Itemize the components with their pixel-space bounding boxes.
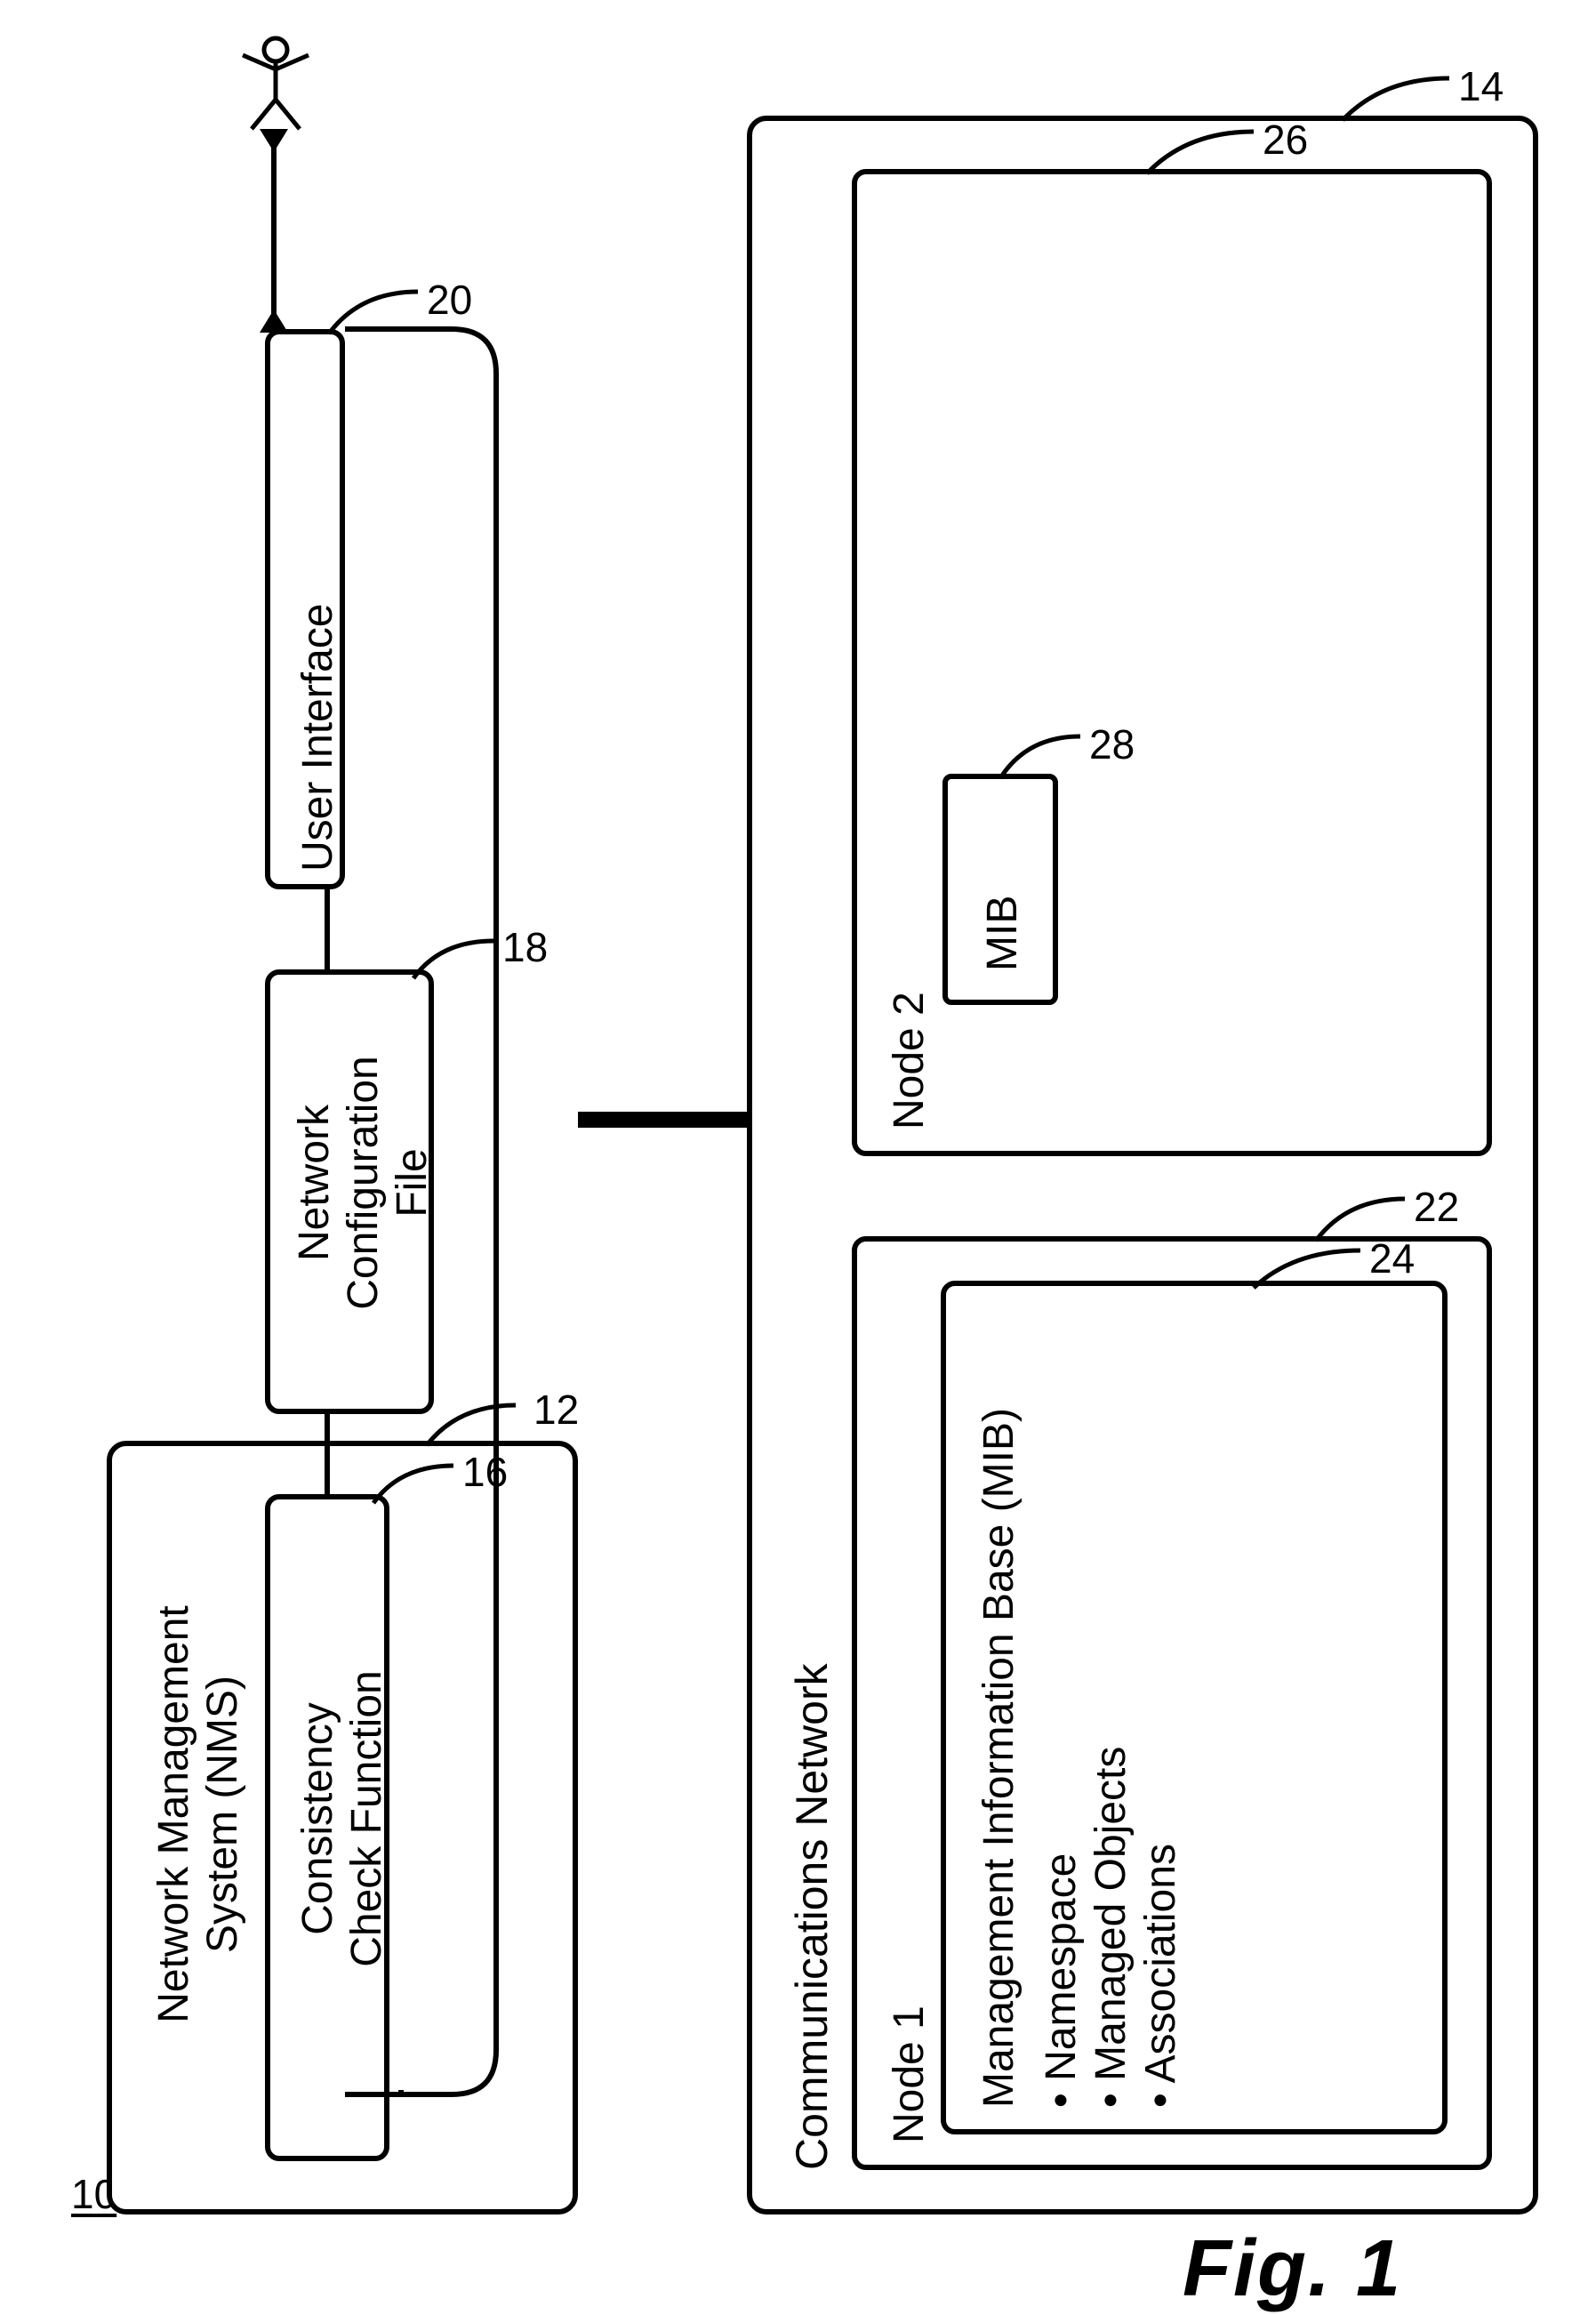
ref-12: 12 [533, 1386, 579, 1434]
conn-config-ui [325, 889, 330, 969]
leader-28 [991, 729, 1089, 792]
consistency-l1: Consistency [293, 1499, 342, 2139]
diagram-canvas: 10 Network Management System (NMS) 12 Co… [0, 0, 1596, 2303]
figure-label: Fig. 1 [1183, 2223, 1402, 2315]
nms-title-line1: Network Management [149, 1441, 198, 2188]
mib-b3: • Associations [1136, 1844, 1185, 2108]
mib-small-label: MIB [978, 896, 1027, 971]
mib-b2: • Managed Objects [1087, 1747, 1135, 2108]
node2-box [852, 169, 1492, 1156]
mib-b1: • Namespace [1037, 1853, 1086, 2108]
ref-14: 14 [1458, 62, 1504, 110]
ref-22: 22 [1414, 1183, 1459, 1231]
network-title: Communications Network [787, 1663, 838, 2170]
conn-ui-user [271, 133, 277, 329]
nms-title-line2: System (NMS) [198, 1441, 247, 2188]
conn-consistency-config [325, 1414, 330, 1494]
arrow-user-to-ui [260, 309, 288, 333]
mib-title: Management Information Base (MIB) [974, 1408, 1023, 2108]
ref-24: 24 [1369, 1234, 1415, 1282]
user-icon [236, 36, 316, 133]
config-l1: Network [290, 974, 339, 1392]
leader-24 [1245, 1245, 1369, 1298]
conn-nms-network-fill [578, 1112, 747, 1128]
conn-ui-consistency [345, 302, 514, 2170]
leader-14 [1334, 71, 1458, 133]
leader-26 [1138, 125, 1263, 187]
nms-title: Network Management System (NMS) [149, 1441, 247, 2188]
ui-label: User Interface [293, 604, 342, 872]
node2-label: Node 2 [885, 992, 934, 1129]
ref-28: 28 [1089, 720, 1135, 768]
ref-26: 26 [1263, 116, 1308, 164]
node1-label: Node 1 [885, 2006, 934, 2143]
